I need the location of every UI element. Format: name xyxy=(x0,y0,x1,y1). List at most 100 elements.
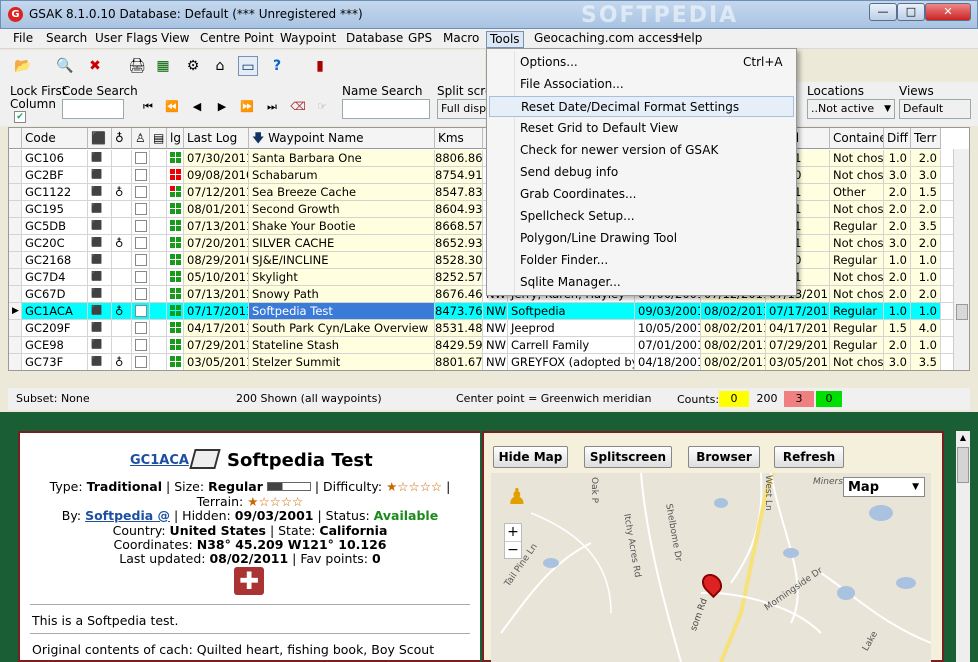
user-flag-checkbox[interactable] xyxy=(132,337,150,353)
zoom-out-button[interactable]: − xyxy=(505,542,521,559)
checkbox[interactable] xyxy=(135,322,147,334)
menu-user-flags[interactable]: User Flags xyxy=(92,31,161,48)
cell-log[interactable]: 07/29/2011 xyxy=(184,337,249,353)
cell-code[interactable]: GC73F xyxy=(22,354,88,370)
row-indicator[interactable] xyxy=(9,218,22,234)
user-flag-checkbox[interactable] xyxy=(132,235,150,251)
menu-help[interactable]: Help xyxy=(672,31,705,48)
checkbox[interactable] xyxy=(135,237,147,249)
travel-bug-icon[interactable] xyxy=(112,167,132,183)
travel-bug-icon[interactable]: ♁ xyxy=(112,354,132,370)
first-record-icon[interactable]: ⏮ xyxy=(136,97,160,117)
cache-type-icon[interactable]: ⬛ xyxy=(88,320,112,336)
user-flag-checkbox[interactable] xyxy=(132,167,150,183)
travel-bug-icon[interactable] xyxy=(112,286,132,302)
log-status-icon[interactable] xyxy=(167,303,184,319)
travel-bug-icon[interactable] xyxy=(112,150,132,166)
menu-view[interactable]: View xyxy=(158,31,192,48)
menu-macro[interactable]: Macro xyxy=(440,31,482,48)
log-status-icon[interactable] xyxy=(167,286,184,302)
cell-lastfound[interactable]: 08/02/2011 xyxy=(701,337,766,353)
checkbox[interactable] xyxy=(135,203,147,215)
flag-cell[interactable] xyxy=(150,167,167,183)
flag-cell[interactable] xyxy=(150,201,167,217)
checkbox[interactable] xyxy=(135,339,147,351)
header-last-log[interactable]: Last Log xyxy=(184,128,249,149)
grid-scroll-thumb[interactable] xyxy=(956,304,968,320)
pegman-icon[interactable]: ♟ xyxy=(507,483,527,513)
cell-terr[interactable]: 1.0 xyxy=(911,337,941,353)
cell-kms[interactable]: 8668.57 xyxy=(435,218,483,234)
table-row[interactable]: GC209F ⬛ 04/17/2011 South Park Cyn/Lake Ove… xyxy=(9,320,969,337)
cell-code[interactable]: GC67D xyxy=(22,286,88,302)
travel-bug-icon[interactable]: ♁ xyxy=(112,184,132,200)
cell-container[interactable]: Regular xyxy=(830,218,884,234)
menu-file[interactable]: File xyxy=(10,31,36,48)
table-row[interactable]: ▶ GC1ACA ⬛ ♁ 07/17/2011 Softpedia Test 8473.76… xyxy=(9,303,969,320)
menu-database[interactable]: Database xyxy=(343,31,406,48)
cell-kms[interactable]: 8806.86 xyxy=(435,150,483,166)
tools-menu-item[interactable]: Check for newer version of GSAK xyxy=(489,140,794,161)
menu-tools[interactable]: Tools xyxy=(486,31,524,48)
cell-owner[interactable]: GREYFOX (adopted by N xyxy=(508,354,635,370)
row-indicator[interactable]: ▶ xyxy=(9,303,22,319)
cache-type-icon[interactable]: ⬛ xyxy=(88,235,112,251)
cell-diff[interactable]: 2.0 xyxy=(884,286,911,302)
log-status-icon[interactable] xyxy=(167,252,184,268)
scroll-up-icon[interactable]: ▲ xyxy=(956,431,970,445)
cell-name[interactable]: Stelzer Summit xyxy=(249,354,435,370)
travel-bug-icon[interactable]: ♁ xyxy=(112,235,132,251)
cell-terr[interactable]: 2.0 xyxy=(911,150,941,166)
split-screen-select[interactable]: Full displa xyxy=(437,99,487,119)
travel-bug-icon[interactable] xyxy=(112,201,132,217)
row-indicator[interactable] xyxy=(9,201,22,217)
cell-kms[interactable]: 8531.48 xyxy=(435,320,483,336)
tools-menu-item[interactable]: Send debug info xyxy=(489,162,794,183)
checkbox[interactable] xyxy=(135,271,147,283)
cell-found[interactable]: 04/17/2011 xyxy=(766,320,830,336)
cell-code[interactable]: GC2168 xyxy=(22,252,88,268)
log-status-icon[interactable] xyxy=(167,184,184,200)
cell-name[interactable]: SJ&E/INCLINE xyxy=(249,252,435,268)
cell-container[interactable]: Regular xyxy=(830,303,884,319)
cell-diff[interactable]: 3.0 xyxy=(884,167,911,183)
header-diff[interactable]: Diff xyxy=(884,128,911,149)
cell-log[interactable]: 03/05/2011 xyxy=(184,354,249,370)
cell-name[interactable]: Schabarum xyxy=(249,167,435,183)
filter-icon[interactable]: ⚙ xyxy=(183,56,203,76)
help-icon[interactable]: ? xyxy=(267,56,287,76)
cell-terr[interactable]: 4.0 xyxy=(911,320,941,336)
cache-type-icon[interactable]: ⬛ xyxy=(88,218,112,234)
cell-code[interactable]: GC106 xyxy=(22,150,88,166)
cell-log[interactable]: 04/17/2011 xyxy=(184,320,249,336)
print-icon[interactable]: 🖨 xyxy=(127,56,147,76)
cell-terr[interactable]: 3.0 xyxy=(911,167,941,183)
log-status-icon[interactable] xyxy=(167,320,184,336)
cache-type-icon[interactable]: ⬛ xyxy=(88,184,112,200)
menu-centre-point[interactable]: Centre Point xyxy=(197,31,277,48)
cell-terr[interactable]: 3.5 xyxy=(911,218,941,234)
cell-name[interactable]: Stateline Stash xyxy=(249,337,435,353)
cell-kms[interactable]: 8473.76 xyxy=(435,303,483,319)
header-type-icon[interactable]: ⬛ xyxy=(88,128,112,149)
cell-kms[interactable]: 8604.93 xyxy=(435,201,483,217)
app-icon[interactable]: G xyxy=(8,7,23,22)
user-flag-checkbox[interactable] xyxy=(132,184,150,200)
window-icon[interactable]: ▭ xyxy=(238,56,258,76)
cell-code[interactable]: GCE98 xyxy=(22,337,88,353)
user-flag-checkbox[interactable] xyxy=(132,218,150,234)
splitscreen-button[interactable]: Splitscreen xyxy=(584,446,672,468)
cell-name[interactable]: Second Growth xyxy=(249,201,435,217)
cell-name[interactable]: Softpedia Test xyxy=(249,303,435,319)
grid-scrollbar[interactable] xyxy=(953,149,969,370)
cell-code[interactable]: GC20C xyxy=(22,235,88,251)
cell-owner[interactable]: Carrell Family xyxy=(508,337,635,353)
cell-log[interactable]: 07/13/2011 xyxy=(184,218,249,234)
cell-code[interactable]: GC5DB xyxy=(22,218,88,234)
cache-type-icon[interactable]: ⬛ xyxy=(88,269,112,285)
prev-record-icon[interactable]: ◀ xyxy=(185,97,209,117)
log-status-icon[interactable] xyxy=(167,337,184,353)
cell-kms[interactable]: 8754.91 xyxy=(435,167,483,183)
travel-bug-icon[interactable] xyxy=(112,252,132,268)
tools-menu-item[interactable]: Reset Date/Decimal Format Settings xyxy=(489,96,794,117)
